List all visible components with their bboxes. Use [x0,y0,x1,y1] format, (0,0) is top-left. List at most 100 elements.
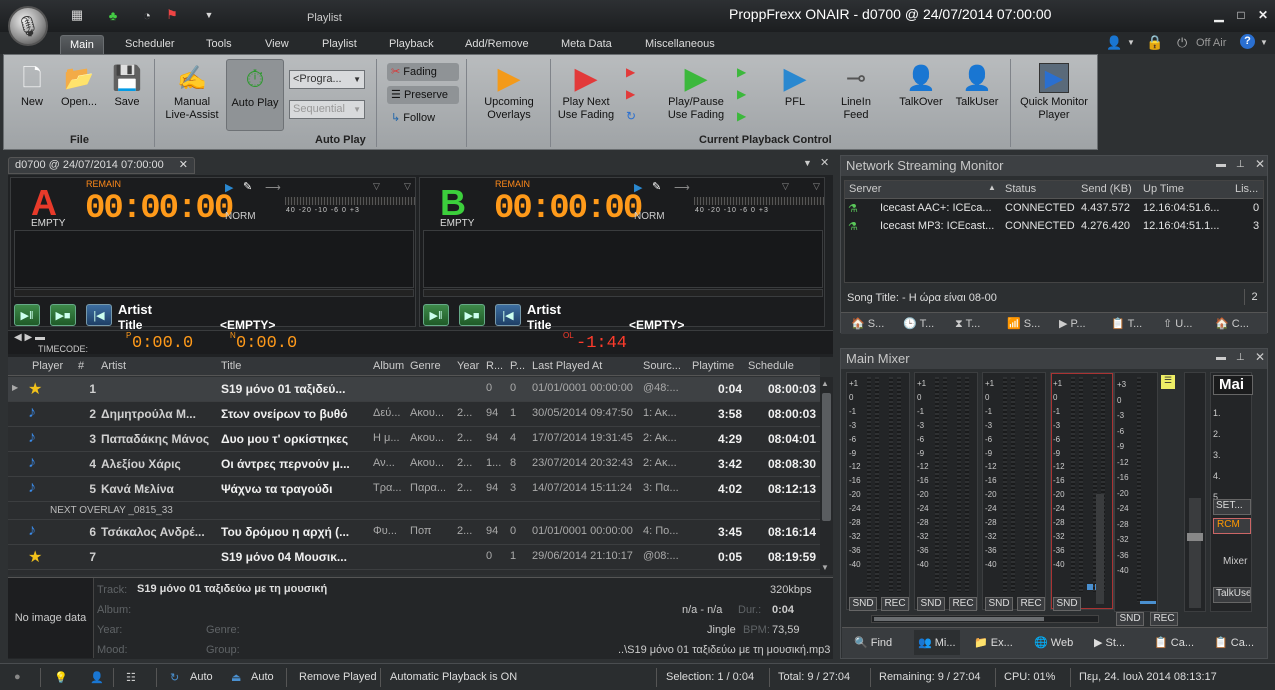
person-icon[interactable]: 👤 [90,671,104,684]
col-source[interactable]: Sourc... [643,360,681,372]
mixer-tab-4[interactable]: 🌐 Web [1034,636,1073,649]
mixer-scroll-thumb[interactable] [874,617,1044,621]
power-icon[interactable]: ⏻ [1177,35,1187,51]
dropdown-icon[interactable]: ▽ [782,181,789,192]
stream-row[interactable]: ⚗ Icecast MP3: ICEcast... CONNECTED 4.276.4… [848,218,1262,236]
snd-button[interactable]: SND [985,597,1013,611]
col-genre[interactable]: Genre [410,360,441,372]
sequential-combo[interactable]: Sequential ▼ [289,100,365,119]
pfl-small-icon[interactable]: ▶ [634,181,642,194]
tab-view[interactable]: View [256,35,298,54]
tab-playlist[interactable]: Playlist [313,35,366,54]
auto-eject-icon[interactable]: ⏏ [231,671,241,684]
app-logo-microphone-icon[interactable]: 🎙 [8,6,48,46]
play-pause-button-b[interactable]: ▶‖ [423,304,449,326]
mixer-scrollbar[interactable] [871,615,1099,623]
side-item-2[interactable]: 2. [1213,424,1221,445]
rec-button[interactable]: REC [881,597,909,611]
col-uptime[interactable]: Up Time [1143,183,1184,195]
play-next-small-icon-2[interactable]: ▶ [626,87,635,101]
side-item-4[interactable]: 4. [1213,466,1221,487]
fading-toggle[interactable]: ✂ Fading [387,63,459,81]
side-item-3[interactable]: 3. [1213,445,1221,466]
playlist-row[interactable]: ♪ 5 Κανά Μελίνα Ψάχνω τα τραγούδι Τρα... Παρα… [8,477,820,502]
close-icon[interactable]: ✕ [1255,8,1271,22]
tab-menu-icon[interactable]: ▼ [803,158,812,168]
tab-add-remove[interactable]: Add/Remove [456,35,538,54]
col-server[interactable]: Server [849,183,881,195]
panel-minimize-icon[interactable]: ▬ [1216,352,1226,363]
col-player[interactable]: Player [32,360,63,372]
tab-main[interactable]: Main [60,35,104,54]
stream-row[interactable]: ⚗ Icecast AAC+: ICEca... CONNECTED 4.437.57… [848,200,1262,218]
auto-play-button[interactable]: ⏱ Auto Play [226,59,284,131]
waveform-scrollbar[interactable] [423,289,823,297]
panel-close-icon[interactable]: ✕ [1255,157,1265,171]
tab-playback[interactable]: Playback [380,35,443,54]
col-title[interactable]: Title [221,360,241,372]
pfl-button[interactable]: ▶ PFL [774,63,816,109]
tab-meta-data[interactable]: Meta Data [552,35,621,54]
streaming-tab-4[interactable]: 📶 S... [1007,313,1040,335]
col-artist[interactable]: Artist [101,360,126,372]
manual-live-assist-button[interactable]: ✍ Manual Live-Assist [162,63,222,122]
maximize-icon[interactable]: □ [1233,8,1249,22]
open-button[interactable]: 📂 Open... [56,63,102,109]
panel-pin-icon[interactable]: ⊥ [1236,159,1245,170]
play-next-button[interactable]: ▶ Play Next Use Fading [557,63,615,122]
play-next-small-icon[interactable]: ▶ [626,65,635,79]
panel-pin-icon[interactable]: ⊥ [1236,352,1245,363]
user-dropdown-icon[interactable]: ▼ [1127,38,1135,47]
record-dot-icon[interactable]: ● [14,671,21,683]
streaming-tab-2[interactable]: 🕒 T... [903,313,934,335]
master-snd-button[interactable]: SND [1116,612,1144,626]
save-button[interactable]: 💾 Save [108,63,146,109]
program-combo[interactable]: <Progra... ▼ [289,70,365,89]
next-overlay-row[interactable]: NEXT OVERLAY _0815_33 [8,502,820,520]
dropdown-icon[interactable]: ▽ [373,181,380,192]
edit-icon[interactable]: ✎ [243,180,252,193]
panel-close-icon[interactable]: ✕ [1255,350,1265,364]
col-plays[interactable]: P... [510,360,525,372]
play-pause-button[interactable]: ▶ Play/Pause Use Fading [664,63,728,122]
clock-icon[interactable]: ◔ [138,6,156,24]
help-icon[interactable]: ? [1240,34,1255,49]
streaming-tab-7[interactable]: ⇧ U... [1163,313,1192,335]
playlist-row[interactable]: ♪ 3 Παπαδάκης Μάνος Δυο μου τ' ορκίστηκες Η … [8,427,820,452]
snd-button[interactable]: SND [917,597,945,611]
streaming-tab-1[interactable]: 🏠 S... [851,313,884,335]
mixer-tab-3[interactable]: 📁 Ex... [974,636,1013,649]
col-number[interactable]: # [78,360,84,372]
set-button[interactable]: SET... [1213,499,1251,515]
lightbulb-icon[interactable]: 💡 [54,671,68,684]
play-small-icon[interactable]: ▶ [737,65,746,79]
playlist-row[interactable]: ▶ ★ 1 S19 μόνο 01 ταξιδεύ... 0 0 01/01/0001 00… [8,377,820,402]
user-add-icon[interactable]: ♣ [104,6,122,24]
streaming-tab-8[interactable]: 🏠 C... [1215,313,1249,335]
playlist-row[interactable]: ★ 7 S19 μόνο 04 Μουσικ... 0 1 29/06/2014 21:1… [8,545,820,570]
play-small-icon-3[interactable]: ▶ [737,109,746,123]
panel-minimize-icon[interactable]: ▬ [1216,159,1226,170]
mixer-tab-7[interactable]: 📋 Ca... [1214,636,1254,649]
col-listeners[interactable]: Lis... [1235,183,1258,195]
streaming-tab-5[interactable]: ▶ P... [1059,313,1086,335]
mixer-tab-1[interactable]: 🔍 Find [854,636,892,649]
col-playtime[interactable]: Playtime [692,360,734,372]
talkover-button[interactable]: 👤 TalkOver [896,63,946,109]
scroll-down-icon[interactable]: ▼ [821,563,829,572]
play-next-button-a[interactable]: ▶■ [50,304,76,326]
auto-label-1[interactable]: Auto [190,671,213,683]
off-air-label[interactable]: Off Air [1196,37,1226,49]
master-fader-handle[interactable] [1187,533,1203,541]
col-rating[interactable]: R... [486,360,503,372]
preserve-toggle[interactable]: ☰ Preserve [387,86,459,104]
snd-button[interactable]: SND [1053,597,1081,611]
qat-dropdown-icon[interactable]: ▼ [200,6,218,24]
play-pause-button-a[interactable]: ▶‖ [14,304,40,326]
playlist-row[interactable]: ♪ 4 Αλεξίου Χάρις Οι άντρες περνούν μ... Αν.… [8,452,820,477]
snd-button[interactable]: SND [849,597,877,611]
timecode-nav-icons[interactable]: ◀ ▶ ▬ [14,332,45,343]
master-rec-button[interactable]: REC [1150,612,1178,626]
streaming-tab-6[interactable]: 📋 T... [1111,313,1142,335]
playlist-icon[interactable]: ☷ [126,671,136,684]
